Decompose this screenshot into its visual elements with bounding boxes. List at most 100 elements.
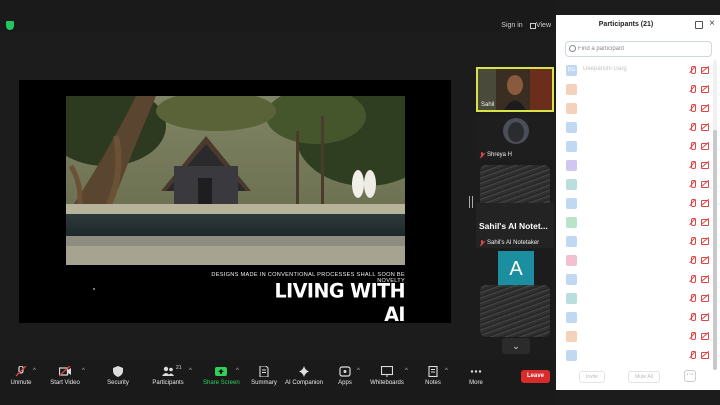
muted-mic-icon[interactable] xyxy=(689,85,696,93)
participant-row[interactable] xyxy=(556,155,712,174)
avatar-tile-a[interactable]: A xyxy=(498,251,534,287)
more-button[interactable]: More xyxy=(464,360,488,390)
participant-row[interactable] xyxy=(556,98,712,117)
sparkle-icon xyxy=(298,366,310,377)
muted-mic-icon[interactable] xyxy=(689,256,696,264)
video-tile-sahil[interactable]: Sahil xyxy=(476,67,554,112)
participant-row[interactable] xyxy=(556,288,712,307)
tile-name-label: Sahil's AI Notetaker xyxy=(479,240,539,246)
audio-options-caret[interactable]: ^ xyxy=(33,368,36,374)
muted-mic-icon[interactable] xyxy=(689,142,696,150)
unmute-button[interactable]: Unmute xyxy=(6,360,36,390)
muted-mic-icon[interactable] xyxy=(689,218,696,226)
apps-button[interactable]: Apps xyxy=(334,360,356,390)
video-options-caret[interactable]: ^ xyxy=(82,368,85,374)
muted-mic-icon[interactable] xyxy=(689,104,696,112)
video-off-icon[interactable] xyxy=(701,351,709,359)
participant-row[interactable] xyxy=(556,79,712,98)
video-off-icon[interactable] xyxy=(701,161,709,169)
share-screen-button[interactable]: Share Screen xyxy=(203,360,240,390)
participant-search[interactable] xyxy=(565,41,712,57)
muted-mic-icon[interactable] xyxy=(689,313,696,321)
muted-mic-icon[interactable] xyxy=(689,351,696,359)
muted-mic-icon[interactable] xyxy=(689,66,696,74)
video-off-icon[interactable] xyxy=(701,313,709,321)
share-options-caret[interactable]: ^ xyxy=(236,368,239,374)
participants-button[interactable]: 21 Participants xyxy=(150,360,186,390)
video-off-icon[interactable] xyxy=(701,199,709,207)
obscured-tile xyxy=(480,285,550,337)
encryption-shield-icon[interactable] xyxy=(6,21,14,30)
close-icon[interactable]: × xyxy=(707,18,717,30)
leave-button[interactable]: Leave xyxy=(521,370,550,383)
participant-row[interactable] xyxy=(556,250,712,269)
popout-icon[interactable] xyxy=(695,21,703,29)
scroll-down-button[interactable]: ⌄ xyxy=(502,338,530,354)
video-off-icon[interactable] xyxy=(701,104,709,112)
participant-row[interactable] xyxy=(556,117,712,136)
avatar xyxy=(566,179,577,190)
video-off-icon[interactable] xyxy=(701,275,709,283)
panel-scrollbar[interactable] xyxy=(713,60,717,370)
participant-row[interactable] xyxy=(556,174,712,193)
share-screen-icon xyxy=(215,366,227,377)
participant-row[interactable] xyxy=(556,307,712,326)
participant-row[interactable] xyxy=(556,326,712,345)
avatar xyxy=(566,84,577,95)
video-off-icon[interactable] xyxy=(701,256,709,264)
search-input[interactable] xyxy=(578,43,708,55)
video-off-icon[interactable] xyxy=(701,142,709,150)
resize-handle[interactable] xyxy=(469,196,473,208)
participant-row[interactable] xyxy=(556,231,712,250)
video-off-icon[interactable] xyxy=(701,123,709,131)
notes-button[interactable]: Notes xyxy=(420,360,446,390)
muted-mic-icon[interactable] xyxy=(689,180,696,188)
muted-mic-icon[interactable] xyxy=(689,275,696,283)
participant-row[interactable] xyxy=(556,212,712,231)
participant-list[interactable]: DG Deepanshi Garg xyxy=(556,60,712,365)
tile-name-label: Sahil xyxy=(481,102,495,108)
more-options-button[interactable]: ··· xyxy=(684,370,696,382)
video-off-icon[interactable] xyxy=(701,237,709,245)
security-button[interactable]: Security xyxy=(102,360,134,390)
video-off-icon[interactable] xyxy=(701,85,709,93)
video-off-icon[interactable] xyxy=(701,180,709,188)
invite-button[interactable]: Invite xyxy=(579,371,605,383)
participant-row[interactable] xyxy=(556,193,712,212)
whiteboards-button[interactable]: Whiteboards xyxy=(369,360,405,390)
muted-mic-icon[interactable] xyxy=(689,123,696,131)
muted-mic-icon[interactable] xyxy=(689,294,696,302)
participant-row[interactable]: DG Deepanshi Garg xyxy=(556,60,712,79)
notes-icon xyxy=(427,365,439,378)
video-off-icon[interactable] xyxy=(701,218,709,226)
sign-in-button[interactable]: Sign in xyxy=(498,19,526,33)
participant-row[interactable] xyxy=(556,269,712,288)
participant-name: Deepanshi Garg xyxy=(583,66,627,72)
video-tile-shreya[interactable]: Shreya H xyxy=(476,115,554,160)
participant-row[interactable] xyxy=(556,345,712,364)
video-off-icon[interactable] xyxy=(701,294,709,302)
avatar xyxy=(566,141,577,152)
muted-mic-icon[interactable] xyxy=(689,237,696,245)
participants-options-caret[interactable]: ^ xyxy=(189,368,192,374)
avatar xyxy=(566,293,577,304)
view-button[interactable]: View xyxy=(527,19,553,33)
participant-row[interactable] xyxy=(556,136,712,155)
notes-options-caret[interactable]: ^ xyxy=(445,368,448,374)
slide-title: LIVING WITH AI xyxy=(274,279,406,327)
whiteboard-options-caret[interactable]: ^ xyxy=(405,368,408,374)
muted-mic-icon[interactable] xyxy=(689,161,696,169)
video-off-icon[interactable] xyxy=(701,66,709,74)
panel-footer: Invite Mute All ··· xyxy=(556,368,720,390)
participants-panel: Participants (21) × DG Deepanshi Garg Inv… xyxy=(556,15,720,390)
mute-all-button[interactable]: Mute All xyxy=(628,371,660,383)
apps-options-caret[interactable]: ^ xyxy=(357,368,360,374)
muted-mic-icon[interactable] xyxy=(689,332,696,340)
muted-mic-icon[interactable] xyxy=(689,199,696,207)
video-off-icon[interactable] xyxy=(701,332,709,340)
video-tile-ai-notetaker[interactable]: Sahil's AI Notet... Sahil's AI Notetaker xyxy=(476,203,554,248)
scrollbar-thumb[interactable] xyxy=(713,130,717,370)
summary-button[interactable]: Summary xyxy=(249,360,279,390)
start-video-button[interactable]: Start Video xyxy=(47,360,83,390)
ai-companion-button[interactable]: AI Companion xyxy=(285,360,323,390)
